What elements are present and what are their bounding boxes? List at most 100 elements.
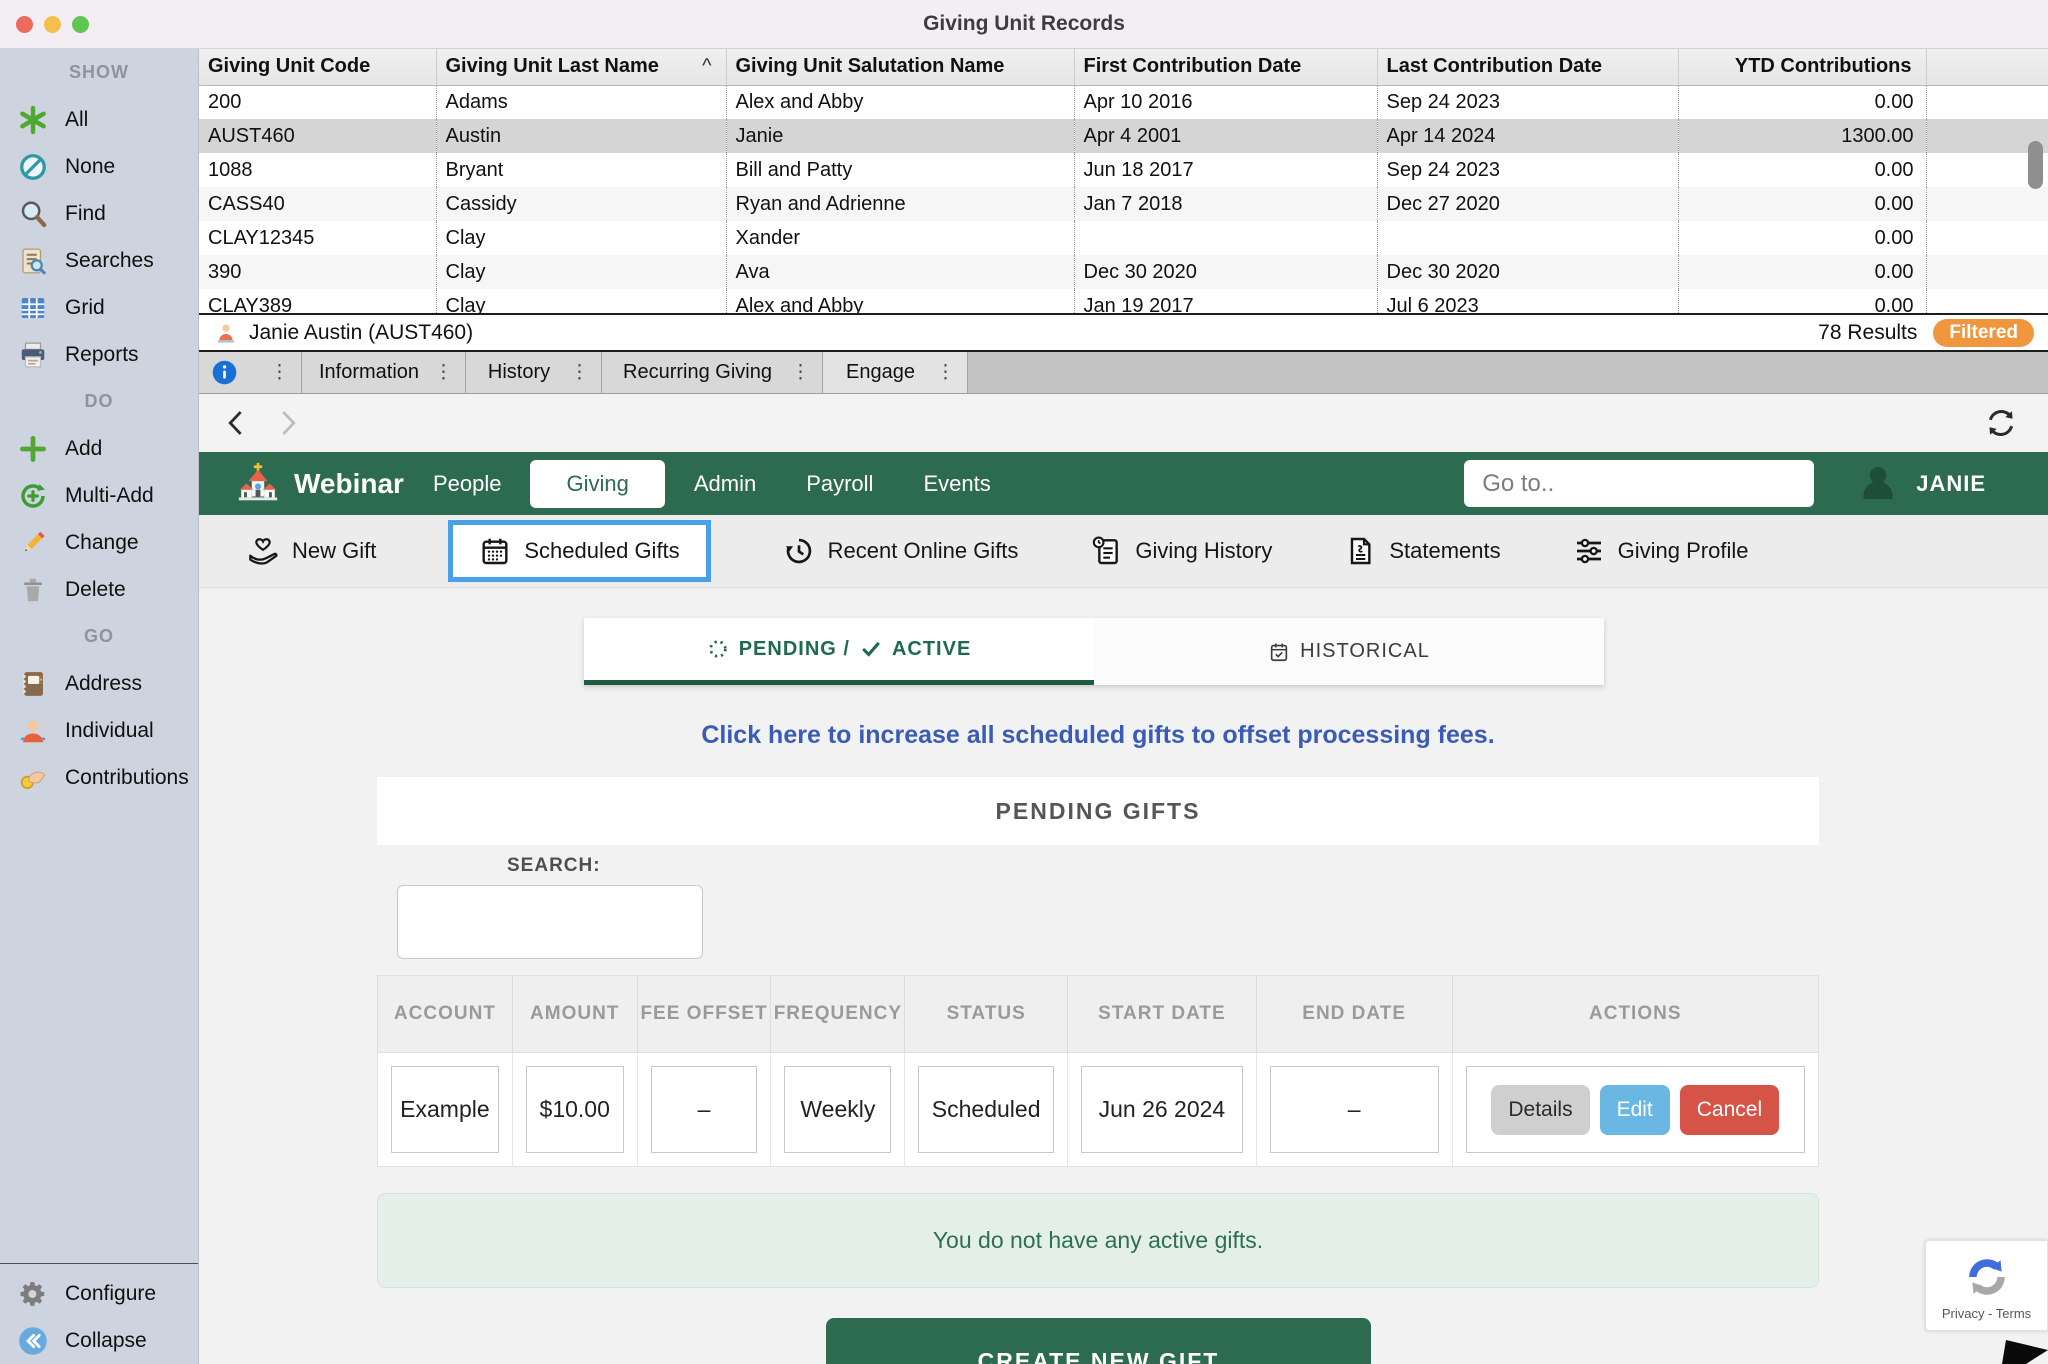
vertical-scrollbar-thumb[interactable] — [2028, 141, 2043, 189]
subnav-recent-online-gifts[interactable]: Recent Online Gifts — [783, 535, 1019, 567]
record-status-bar: Janie Austin (AUST460) 78 Results Filter… — [199, 313, 2048, 352]
record-row[interactable]: 200AdamsAlex and AbbyApr 10 2016Sep 24 2… — [199, 85, 2048, 119]
tab-information[interactable]: Information ⋮ — [302, 352, 466, 393]
sidebar-item-address[interactable]: Address — [0, 660, 198, 707]
col-header-ytd[interactable]: YTD Contributions — [1678, 49, 1926, 85]
plus-icon — [18, 434, 48, 464]
nav-item-admin[interactable]: Admin — [673, 460, 777, 508]
fee-offset-link[interactable]: Click here to increase all scheduled gif… — [377, 721, 1819, 751]
logged-in-user[interactable]: JANIE — [1916, 471, 1986, 497]
tab-menu-dots[interactable]: ⋮ — [781, 361, 810, 384]
gift-status: Scheduled — [918, 1066, 1054, 1153]
sidebar-item-label: None — [65, 155, 115, 179]
goto-search-input[interactable] — [1464, 460, 1814, 507]
record-row[interactable]: CASS40CassidyRyan and AdrienneJan 7 2018… — [199, 187, 2048, 221]
calendar-check-icon — [1268, 641, 1290, 663]
pending-gift-row: Example $10.00 – Weekly Scheduled Jun 26… — [378, 1053, 1818, 1166]
sidebar-item-change[interactable]: Change — [0, 519, 198, 566]
subnav-giving-history[interactable]: Giving History — [1090, 535, 1272, 567]
tab-history[interactable]: History ⋮ — [466, 352, 602, 393]
sidebar-item-none[interactable]: None — [0, 143, 198, 190]
recaptcha-privacy-terms[interactable]: Privacy - Terms — [1942, 1306, 2031, 1321]
sidebar-item-individual[interactable]: Individual — [0, 707, 198, 754]
create-new-gift-button[interactable]: CREATE NEW GIFT — [826, 1318, 1371, 1364]
col-account: ACCOUNT — [378, 976, 512, 1052]
minimize-window-button[interactable] — [44, 16, 61, 33]
statement-document-icon — [1344, 535, 1376, 567]
records-table: Giving Unit Code ^Giving Unit Last Name … — [199, 49, 2048, 313]
record-row[interactable]: 1088BryantBill and PattyJun 18 2017Sep 2… — [199, 153, 2048, 187]
zoom-window-button[interactable] — [72, 16, 89, 33]
cancel-button[interactable]: Cancel — [1680, 1085, 1779, 1135]
sidebar-item-delete[interactable]: Delete — [0, 566, 198, 613]
sliders-icon — [1573, 535, 1605, 567]
record-row-selected[interactable]: AUST460AustinJanieApr 4 2001Apr 14 20241… — [199, 119, 2048, 153]
sidebar-item-add[interactable]: Add — [0, 425, 198, 472]
calendar-icon — [479, 535, 511, 567]
subnav-new-gift[interactable]: New Gift — [247, 535, 376, 567]
pending-gifts-title: PENDING GIFTS — [377, 777, 1819, 845]
col-header-last-date[interactable]: Last Contribution Date — [1377, 49, 1678, 85]
tab-engage[interactable]: Engage ⋮ — [823, 352, 968, 393]
record-row[interactable]: CLAY12345ClayXander0.00 — [199, 221, 2048, 255]
col-actions: ACTIONS — [1452, 976, 1818, 1052]
sidebar-section-do: DO — [0, 378, 198, 425]
nav-item-people[interactable]: People — [412, 460, 523, 508]
sidebar-item-all[interactable]: All — [0, 96, 198, 143]
nav-item-events[interactable]: Events — [902, 460, 1011, 508]
sidebar-item-label: All — [65, 108, 88, 132]
forward-arrow-icon[interactable] — [273, 408, 303, 438]
tab-menu-dots[interactable]: ⋮ — [926, 361, 955, 384]
brand-name[interactable]: Webinar — [294, 468, 404, 500]
tab-menu-dots[interactable]: ⋮ — [260, 361, 289, 384]
sidebar-item-label: Delete — [65, 578, 126, 602]
collapse-icon — [18, 1326, 48, 1356]
info-icon — [211, 359, 238, 386]
sidebar-item-find[interactable]: Find — [0, 190, 198, 237]
col-header-salutation[interactable]: Giving Unit Salutation Name — [726, 49, 1074, 85]
filtered-badge[interactable]: Filtered — [1933, 319, 2034, 347]
recaptcha-logo-icon — [1961, 1251, 2013, 1303]
close-window-button[interactable] — [16, 16, 33, 33]
hand-coin-icon — [18, 763, 48, 793]
pending-gifts-search-input[interactable] — [397, 885, 703, 959]
nav-item-payroll[interactable]: Payroll — [785, 460, 894, 508]
nav-item-giving[interactable]: Giving — [530, 460, 664, 508]
tab-menu-dots[interactable]: ⋮ — [424, 361, 453, 384]
subnav-statements[interactable]: Statements — [1344, 535, 1500, 567]
gear-icon — [18, 1279, 48, 1309]
col-header-code[interactable]: Giving Unit Code — [199, 49, 436, 85]
details-button[interactable]: Details — [1491, 1085, 1589, 1135]
asterisk-icon — [18, 105, 48, 135]
portal-navbar: Webinar People Giving Admin Payroll Even… — [199, 452, 2048, 515]
sidebar-item-label: Add — [65, 437, 102, 461]
record-row[interactable]: CLAY389ClayAlex and AbbyJan 19 2017Jul 6… — [199, 289, 2048, 313]
tab-pending-active[interactable]: PENDING / ACTIVE — [584, 618, 1094, 685]
record-tab-bar: ⋮ Information ⋮ History ⋮ Recurring Givi… — [199, 352, 2048, 394]
col-header-first-date[interactable]: First Contribution Date — [1074, 49, 1377, 85]
sidebar-item-searches[interactable]: Searches — [0, 237, 198, 284]
sidebar-item-grid[interactable]: Grid — [0, 284, 198, 331]
magnifier-icon — [18, 199, 48, 229]
col-header-last-name[interactable]: ^Giving Unit Last Name — [436, 49, 726, 85]
pencil-icon — [18, 528, 48, 558]
recaptcha-badge[interactable]: Privacy - Terms — [1925, 1240, 2048, 1331]
tab-info[interactable]: ⋮ — [199, 352, 302, 393]
sidebar-item-reports[interactable]: Reports — [0, 331, 198, 378]
tab-recurring-giving[interactable]: Recurring Giving ⋮ — [602, 352, 823, 393]
sidebar-item-label: Collapse — [65, 1329, 147, 1353]
subnav-scheduled-gifts[interactable]: Scheduled Gifts — [448, 520, 710, 582]
sidebar-item-collapse[interactable]: Collapse — [0, 1317, 198, 1364]
sidebar-item-contributions[interactable]: Contributions — [0, 754, 198, 801]
refresh-icon[interactable] — [1982, 404, 2020, 442]
tab-historical[interactable]: HISTORICAL — [1094, 618, 1604, 685]
record-row[interactable]: 390ClayAvaDec 30 2020Dec 30 20200.00 — [199, 255, 2048, 289]
user-avatar-icon[interactable] — [1854, 460, 1902, 508]
sidebar-item-multi-add[interactable]: Multi-Add — [0, 472, 198, 519]
edit-button[interactable]: Edit — [1600, 1085, 1670, 1135]
back-arrow-icon[interactable] — [221, 408, 251, 438]
sidebar-item-configure[interactable]: Configure — [0, 1270, 198, 1317]
tab-menu-dots[interactable]: ⋮ — [560, 361, 589, 384]
subnav-giving-profile[interactable]: Giving Profile — [1573, 535, 1749, 567]
repeat-plus-icon — [18, 481, 48, 511]
